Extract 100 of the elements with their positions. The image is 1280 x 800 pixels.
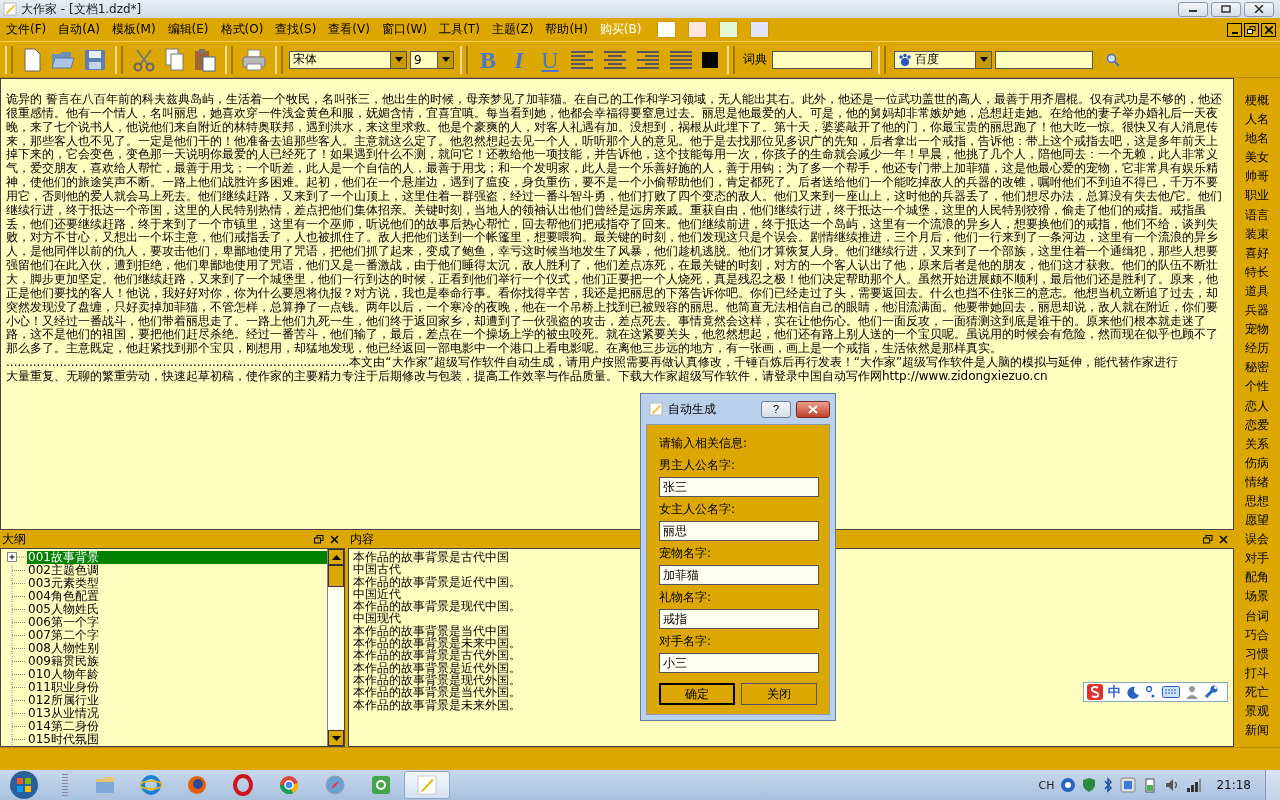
tree-item[interactable]: 015时代氛围 bbox=[27, 733, 100, 746]
menu-item[interactable]: 查看(V) bbox=[326, 21, 376, 38]
sidebar-item[interactable]: 地名 bbox=[1245, 129, 1269, 149]
sidebar-item[interactable]: 喜好 bbox=[1245, 243, 1269, 263]
menu-item[interactable]: 窗口(W) bbox=[379, 21, 434, 38]
tray-app-icon[interactable] bbox=[1120, 777, 1137, 793]
input-field[interactable]: 张三 bbox=[659, 477, 819, 497]
dictionary-field[interactable] bbox=[772, 50, 872, 69]
new-document-icon[interactable] bbox=[22, 47, 42, 72]
user-icon[interactable] bbox=[1185, 685, 1199, 699]
printer-icon[interactable] bbox=[242, 48, 266, 71]
sidebar-item[interactable]: 打斗 bbox=[1245, 663, 1269, 683]
sidebar-item[interactable]: 台词 bbox=[1245, 606, 1269, 626]
restore-icon[interactable] bbox=[314, 534, 324, 544]
menu-item[interactable]: 自动(A) bbox=[56, 21, 106, 38]
tree-item[interactable]: 009籍贯民族 bbox=[27, 655, 100, 668]
align-icon[interactable] bbox=[570, 49, 594, 70]
help-button[interactable]: ? bbox=[761, 400, 791, 418]
shield-icon[interactable] bbox=[1082, 777, 1097, 793]
sidebar-item[interactable]: 经历 bbox=[1245, 339, 1269, 359]
minimize-button[interactable] bbox=[1227, 22, 1242, 37]
sidebar-item[interactable]: 关系 bbox=[1245, 434, 1269, 454]
text-color-icon[interactable] bbox=[702, 51, 718, 68]
signal-icon[interactable] bbox=[1186, 777, 1203, 793]
toolbar-grip[interactable] bbox=[225, 45, 233, 74]
sidebar-item[interactable]: 秘密 bbox=[1245, 358, 1269, 378]
moon-icon[interactable] bbox=[1126, 685, 1140, 699]
sidebar-item[interactable]: 装束 bbox=[1245, 224, 1269, 244]
sidebar-item[interactable]: 景观 bbox=[1245, 702, 1269, 722]
tree-item[interactable]: 002主题色调 bbox=[27, 564, 100, 577]
align-icon[interactable] bbox=[669, 49, 693, 70]
tree-item[interactable]: 005人物姓氏 bbox=[27, 603, 100, 616]
tree-item[interactable]: 012所属行业 bbox=[27, 694, 100, 707]
input-field[interactable]: 戒指 bbox=[659, 609, 819, 629]
menu-item[interactable]: 文件(F) bbox=[4, 21, 53, 38]
sidebar-item[interactable]: 愿望 bbox=[1245, 511, 1269, 531]
sidebar-item[interactable]: 帅哥 bbox=[1245, 167, 1269, 187]
color-swatch[interactable] bbox=[719, 21, 739, 38]
sidebar-item[interactable]: 场景 bbox=[1245, 587, 1269, 607]
help-icon[interactable] bbox=[1060, 777, 1077, 793]
search-icon[interactable] bbox=[1106, 52, 1120, 67]
sidebar-item[interactable]: 兵器 bbox=[1245, 301, 1269, 321]
sidebar-item[interactable]: 伤病 bbox=[1245, 453, 1269, 473]
menu-item[interactable]: 编辑(E) bbox=[165, 21, 215, 38]
down-arrow-icon[interactable] bbox=[331, 735, 341, 741]
close-button[interactable] bbox=[1244, 1, 1274, 17]
save-icon[interactable] bbox=[84, 48, 106, 71]
sidebar-item[interactable]: 思想 bbox=[1245, 491, 1269, 512]
search-field[interactable] bbox=[995, 50, 1093, 69]
minimize-button[interactable] bbox=[1178, 1, 1208, 17]
sidebar-item[interactable]: 美女 bbox=[1245, 148, 1269, 168]
sidebar-item[interactable]: 巧合 bbox=[1245, 625, 1269, 645]
tree-item[interactable]: 001故事背景 bbox=[27, 551, 327, 564]
menu-item[interactable]: 主题(Z) bbox=[489, 21, 540, 38]
input-mode-toggle[interactable]: 中 bbox=[1108, 683, 1121, 701]
tree-item[interactable]: 011职业身份 bbox=[27, 681, 100, 694]
clock[interactable]: 21:18 bbox=[1216, 778, 1251, 792]
tree-item[interactable]: 003元素类型 bbox=[27, 577, 100, 590]
search-engine-dropdown[interactable]: 百度 bbox=[894, 50, 992, 69]
toolbar-grip[interactable] bbox=[878, 45, 886, 74]
color-swatch[interactable] bbox=[750, 21, 770, 38]
font-dropdown[interactable]: 宋体 bbox=[289, 50, 407, 69]
sidebar-item[interactable]: 特长 bbox=[1245, 262, 1269, 282]
menu-item[interactable]: 查找(S) bbox=[273, 21, 323, 38]
sidebar-item[interactable]: 道具 bbox=[1245, 281, 1269, 302]
input-field[interactable]: 加菲猫 bbox=[659, 565, 819, 585]
tree-item[interactable]: 014第二身份 bbox=[27, 720, 100, 733]
sidebar-item[interactable]: 新闻 bbox=[1245, 721, 1269, 741]
input-method-logo-icon[interactable] bbox=[1087, 684, 1103, 700]
close-icon[interactable] bbox=[1219, 534, 1228, 544]
sidebar-item[interactable]: 个性 bbox=[1245, 377, 1269, 397]
toolbar-grip[interactable] bbox=[727, 45, 735, 74]
tree-item[interactable]: 007第二个字 bbox=[27, 629, 100, 642]
close-icon[interactable] bbox=[330, 534, 339, 544]
sidebar-item[interactable]: 人名 bbox=[1245, 110, 1269, 130]
toolbar-grip[interactable] bbox=[5, 45, 13, 74]
dialog-button[interactable]: 关闭 bbox=[741, 683, 817, 705]
sidebar-item[interactable]: 习惯 bbox=[1245, 644, 1269, 664]
close-button[interactable] bbox=[1261, 22, 1276, 37]
sidebar-item[interactable]: 职业 bbox=[1245, 186, 1269, 206]
copy-icon[interactable] bbox=[165, 47, 185, 72]
sidebar-item[interactable]: 配角 bbox=[1245, 568, 1269, 588]
dialog-button[interactable]: 确定 bbox=[659, 683, 735, 705]
punctuation-icon[interactable] bbox=[1145, 685, 1157, 699]
sidebar-item[interactable]: 对手 bbox=[1245, 549, 1269, 569]
sidebar-item[interactable]: 死亡 bbox=[1245, 682, 1269, 702]
sidebar-item[interactable]: 误会 bbox=[1245, 530, 1269, 550]
menu-item[interactable]: 帮助(H) bbox=[543, 21, 594, 38]
sidebar-item[interactable]: 宠物 bbox=[1245, 320, 1269, 340]
color-swatch[interactable] bbox=[688, 21, 708, 38]
sidebar-item[interactable]: 情绪 bbox=[1245, 472, 1269, 492]
bluetooth-icon[interactable] bbox=[1102, 777, 1115, 793]
toolbar-grip[interactable] bbox=[275, 45, 283, 74]
tree-item[interactable]: 008人物性别 bbox=[27, 642, 100, 655]
expand-icon[interactable] bbox=[7, 552, 27, 563]
align-icon[interactable] bbox=[636, 49, 660, 70]
menu-item[interactable]: 格式(O) bbox=[218, 21, 270, 38]
scrollbar[interactable] bbox=[327, 549, 344, 746]
sidebar-item[interactable]: 语言 bbox=[1245, 205, 1269, 225]
toolbar-grip[interactable] bbox=[460, 45, 468, 74]
